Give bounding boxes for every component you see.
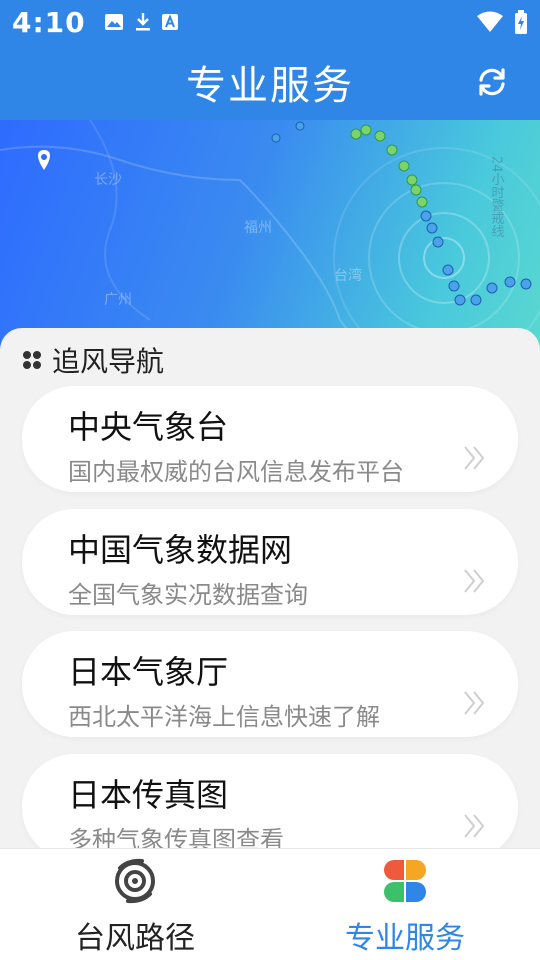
a-notification-icon	[161, 14, 178, 30]
typhoon-map-banner[interactable]: 长沙 福州 广州 台湾 24小时警戒线	[0, 120, 540, 360]
nav-label: 台风路径	[75, 921, 195, 956]
card-jma-fax[interactable]: 日本传真图 多种气象传真图查看	[22, 754, 518, 848]
card-subtitle: 全国气象实况数据查询	[68, 581, 308, 609]
status-icons-right	[476, 10, 528, 34]
image-icon	[104, 14, 123, 30]
section-title: 追风导航	[52, 345, 165, 378]
card-subtitle: 多种气象传真图查看	[68, 826, 284, 848]
map-label-fuzhou: 福州	[244, 220, 272, 236]
card-subtitle: 西北太平洋海上信息快速了解	[68, 703, 380, 731]
card-cma-data[interactable]: 中国气象数据网 全国气象实况数据查询	[22, 509, 518, 615]
map-label-warning-line: 24小时警戒线	[489, 156, 505, 238]
map-label-guangzhou: 广州	[104, 292, 132, 308]
status-icons-left	[104, 12, 178, 32]
page-title: 专业服务	[186, 63, 354, 109]
double-chevron-right-icon	[464, 814, 485, 838]
typhoon-icon	[115, 858, 155, 904]
refresh-button[interactable]	[472, 62, 512, 102]
grid-dots-icon	[23, 351, 41, 369]
app-bar: 专业服务	[0, 44, 540, 120]
bottom-nav: 台风路径 专业服务	[0, 848, 540, 960]
card-jma[interactable]: 日本气象厅 西北太平洋海上信息快速了解	[22, 631, 518, 737]
card-title: 日本气象厅	[68, 653, 229, 691]
status-bar: 4:10	[0, 0, 540, 44]
map-label-taiwan: 台湾	[334, 267, 362, 284]
card-title: 中国气象数据网	[68, 531, 293, 569]
navigation-panel: 追风导航 中央气象台 国内最权威的台风信息发布平台 中国气象数据网 全国气象实况…	[0, 328, 540, 848]
card-subtitle: 国内最权威的台风信息发布平台	[68, 458, 404, 486]
nav-item-professional-service[interactable]: 专业服务	[270, 849, 540, 960]
wifi-icon	[477, 11, 503, 32]
four-petal-icon	[384, 860, 426, 902]
card-title: 中央气象台	[68, 408, 229, 446]
refresh-icon	[479, 68, 505, 96]
double-chevron-right-icon	[464, 691, 485, 715]
status-time: 4:10	[12, 5, 86, 39]
card-title: 日本传真图	[68, 776, 229, 814]
map-label-changsha: 长沙	[94, 172, 122, 188]
section-header: 追风导航	[22, 340, 164, 380]
nav-label: 专业服务	[345, 921, 465, 956]
map-graphic: 长沙 福州 广州 台湾 24小时警戒线	[0, 120, 540, 360]
double-chevron-right-icon	[464, 446, 485, 470]
card-cma[interactable]: 中央气象台 国内最权威的台风信息发布平台	[22, 386, 518, 492]
download-icon	[135, 13, 150, 31]
battery-icon	[515, 10, 527, 34]
location-pin-icon	[38, 150, 50, 170]
nav-item-typhoon-path[interactable]: 台风路径	[0, 849, 270, 960]
double-chevron-right-icon	[464, 569, 485, 593]
